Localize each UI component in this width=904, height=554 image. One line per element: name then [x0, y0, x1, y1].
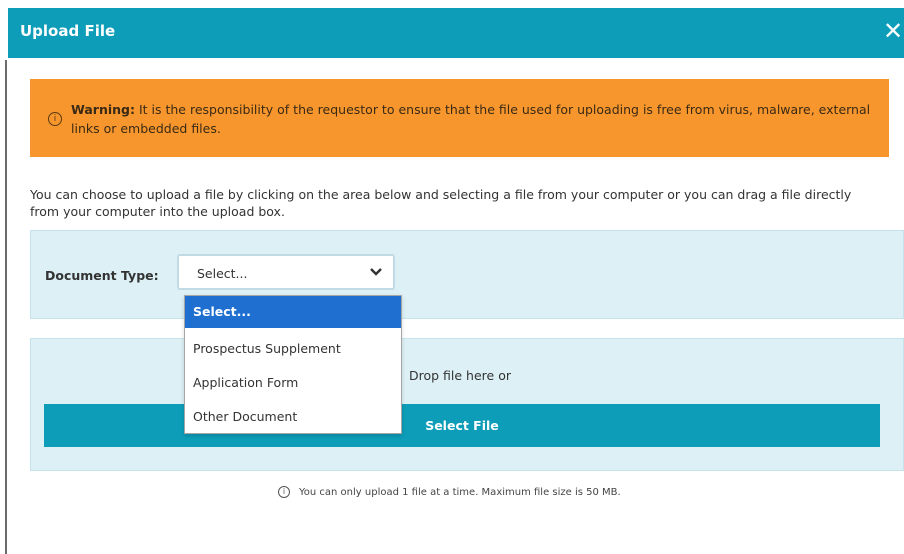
warning-message: It is the responsibility of the requesto…	[71, 102, 871, 136]
select-file-button[interactable]: Select File	[44, 404, 880, 447]
dialog-title: Upload File	[20, 22, 116, 40]
upload-dropzone[interactable]: Drop file here or Select File	[30, 338, 904, 471]
info-icon: i	[278, 486, 290, 498]
drop-file-text: Drop file here or	[409, 368, 511, 383]
dialog-header: Upload File ✕	[8, 8, 904, 58]
upload-limit-note: i You can only upload 1 file at a time. M…	[278, 485, 621, 501]
document-type-panel: Document Type: Select...	[30, 230, 904, 319]
chevron-down-icon	[370, 268, 382, 276]
document-type-select[interactable]: Select...	[177, 254, 395, 290]
close-icon[interactable]: ✕	[882, 18, 904, 44]
warning-label: Warning:	[71, 102, 135, 117]
left-edge	[0, 0, 8, 554]
document-type-label: Document Type:	[45, 268, 159, 283]
dropdown-option-select[interactable]: Select...	[185, 296, 401, 328]
dropdown-option-application-form[interactable]: Application Form	[185, 367, 401, 399]
info-icon: i	[48, 112, 62, 126]
warning-banner: i Warning: It is the responsibility of t…	[30, 79, 889, 157]
page-border-line	[5, 60, 7, 554]
warning-text: Warning: It is the responsibility of the…	[71, 100, 871, 138]
upload-file-dialog: Upload File ✕ i Warning: It is the respo…	[8, 0, 904, 554]
document-type-dropdown: Select... Prospectus Supplement Applicat…	[184, 295, 402, 434]
dropdown-option-prospectus-supplement[interactable]: Prospectus Supplement	[185, 333, 401, 365]
upload-instructions: You can choose to upload a file by click…	[30, 187, 852, 219]
document-type-selected-value: Select...	[197, 266, 248, 281]
dropdown-option-other-document[interactable]: Other Document	[185, 401, 401, 433]
upload-limit-text: You can only upload 1 file at a time. Ma…	[299, 487, 621, 498]
